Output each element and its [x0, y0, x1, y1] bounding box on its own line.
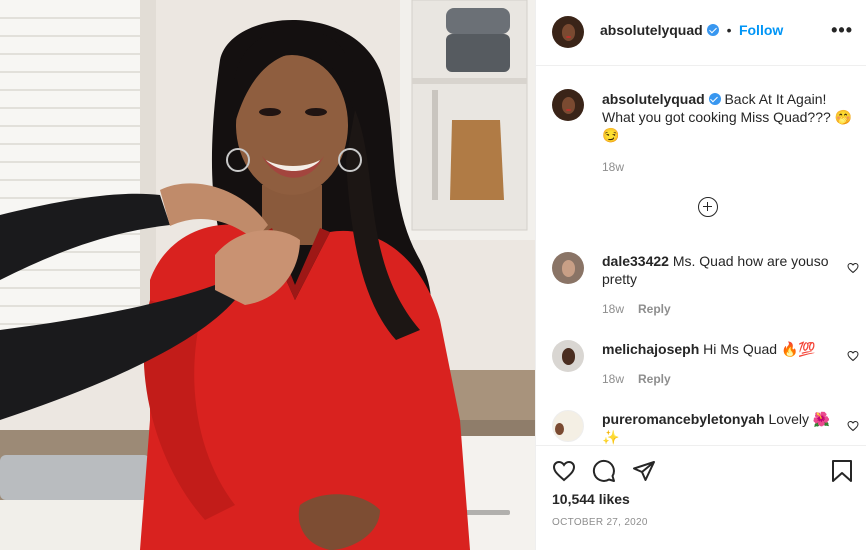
comment-text: Lovely — [768, 411, 809, 427]
post-photo[interactable] — [0, 0, 535, 550]
comment-icon[interactable] — [592, 459, 616, 483]
instagram-post: absolutelyquad • Follow ••• absolutelyqu… — [0, 0, 866, 550]
plus-circle-icon[interactable] — [698, 197, 718, 217]
separator-dot: • — [726, 22, 732, 38]
likes-count[interactable]: 10,544 likes — [552, 491, 630, 507]
header-meta: absolutelyquad • Follow — [600, 22, 783, 40]
post-date[interactable]: OCTOBER 27, 2020 — [552, 517, 648, 528]
bookmark-icon[interactable] — [831, 459, 853, 483]
comment-like-heart-icon[interactable] — [847, 262, 859, 274]
reply-button[interactable]: Reply — [638, 302, 671, 316]
comment-username[interactable]: melichajoseph — [602, 341, 699, 357]
caption-timestamp[interactable]: 18w — [602, 158, 860, 176]
reply-button[interactable]: Reply — [638, 372, 671, 386]
post-header: absolutelyquad • Follow ••• — [536, 0, 866, 66]
caption-avatar[interactable] — [552, 89, 584, 121]
author-username[interactable]: absolutelyquad — [600, 22, 703, 38]
comment-avatar[interactable] — [552, 340, 584, 372]
author-avatar[interactable] — [552, 16, 584, 48]
comment-avatar[interactable] — [552, 410, 584, 442]
comment-username[interactable]: pureromancebyletonyah — [602, 411, 765, 427]
post-actions: 10,544 likes OCTOBER 27, 2020 — [536, 445, 866, 550]
comment-username[interactable]: dale33422 — [602, 253, 669, 269]
comment-emoji: 🔥💯 — [780, 341, 816, 357]
post-side-panel: absolutelyquad • Follow ••• absolutelyqu… — [535, 0, 866, 550]
comment-text: Hi Ms Quad — [703, 341, 778, 357]
more-options-icon[interactable]: ••• — [831, 21, 853, 39]
comment-avatar[interactable] — [552, 252, 584, 284]
verified-badge-icon — [707, 24, 720, 36]
comment-like-heart-icon[interactable] — [847, 350, 859, 362]
caption-username[interactable]: absolutelyquad — [602, 91, 705, 107]
photo-illustration — [0, 0, 535, 550]
heart-icon[interactable] — [552, 459, 576, 483]
comment-meta: 18w Reply — [602, 370, 832, 388]
follow-button[interactable]: Follow — [739, 22, 783, 38]
comment-meta: 18w Reply — [602, 300, 832, 318]
caption: absolutelyquad Back At It Again! What yo… — [602, 90, 860, 176]
paper-plane-icon[interactable] — [632, 459, 656, 483]
verified-badge-icon — [708, 93, 721, 105]
comment-timestamp[interactable]: 18w — [602, 372, 624, 386]
comment-timestamp[interactable]: 18w — [602, 302, 624, 316]
comment-like-heart-icon[interactable] — [847, 420, 859, 432]
